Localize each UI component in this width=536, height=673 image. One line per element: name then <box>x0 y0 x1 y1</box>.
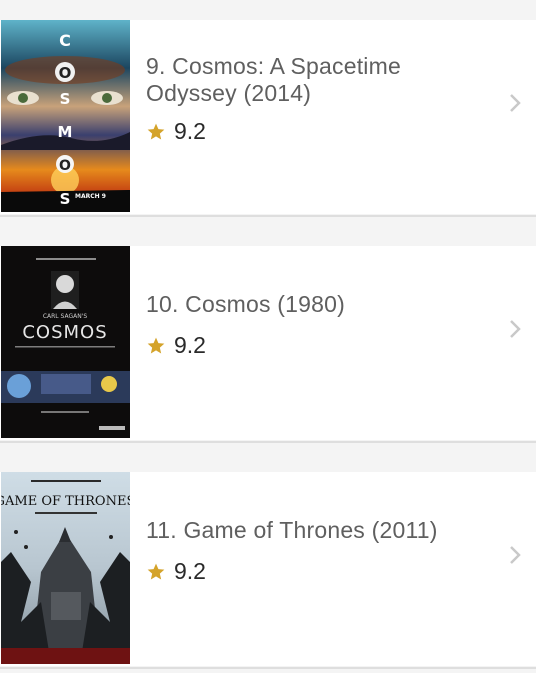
poster-image: C O S M O S MARCH 9 <box>1 20 130 212</box>
svg-text:M: M <box>58 123 73 141</box>
item-title[interactable]: 10. Cosmos (1980) <box>146 291 476 318</box>
rating: 9.2 <box>146 332 206 359</box>
svg-text:O: O <box>59 158 71 174</box>
svg-text:CARL SAGAN'S: CARL SAGAN'S <box>43 313 88 320</box>
cosmos-2014-poster-icon: C O S M O S MARCH 9 <box>1 20 130 212</box>
poster-image: CARL SAGAN'S COSMOS <box>1 246 130 438</box>
rating-value: 9.2 <box>174 118 206 144</box>
item-title[interactable]: 9. Cosmos: A Spacetime Odyssey (2014) <box>146 53 476 107</box>
svg-text:MARCH 9: MARCH 9 <box>75 193 106 200</box>
divider <box>0 215 536 217</box>
title-list: C O S M O S MARCH 9 9. Cosmos: A Spaceti… <box>0 0 536 673</box>
svg-text:O: O <box>59 64 72 82</box>
divider <box>0 667 536 669</box>
svg-text:S: S <box>60 190 71 208</box>
rating: 9.2 <box>146 558 206 585</box>
game-of-thrones-poster-icon: GAME OF THRONES <box>1 472 130 664</box>
list-item[interactable]: C O S M O S MARCH 9 9. Cosmos: A Spaceti… <box>0 20 536 214</box>
star-icon <box>147 563 165 579</box>
svg-text:S: S <box>60 90 71 108</box>
chevron-right-icon[interactable] <box>508 544 522 566</box>
rating: 9.2 <box>146 118 206 145</box>
rating-value: 9.2 <box>174 332 206 358</box>
chevron-right-icon[interactable] <box>508 92 522 114</box>
star-icon <box>147 123 165 139</box>
svg-text:COSMOS: COSMOS <box>22 322 107 343</box>
svg-text:GAME OF THRONES: GAME OF THRONES <box>1 494 130 509</box>
svg-text:C: C <box>59 31 71 50</box>
divider <box>0 441 536 443</box>
rating-value: 9.2 <box>174 558 206 584</box>
list-item[interactable]: CARL SAGAN'S COSMOS 10. Cosmos (1980) 9.… <box>0 246 536 440</box>
star-icon <box>147 337 165 353</box>
chevron-right-icon[interactable] <box>508 318 522 340</box>
list-item[interactable]: GAME OF THRONES 11. Game of Thrones (201… <box>0 472 536 666</box>
item-title[interactable]: 11. Game of Thrones (2011) <box>146 517 476 544</box>
cosmos-1980-poster-icon: CARL SAGAN'S COSMOS <box>1 246 130 438</box>
poster-image: GAME OF THRONES <box>1 472 130 664</box>
